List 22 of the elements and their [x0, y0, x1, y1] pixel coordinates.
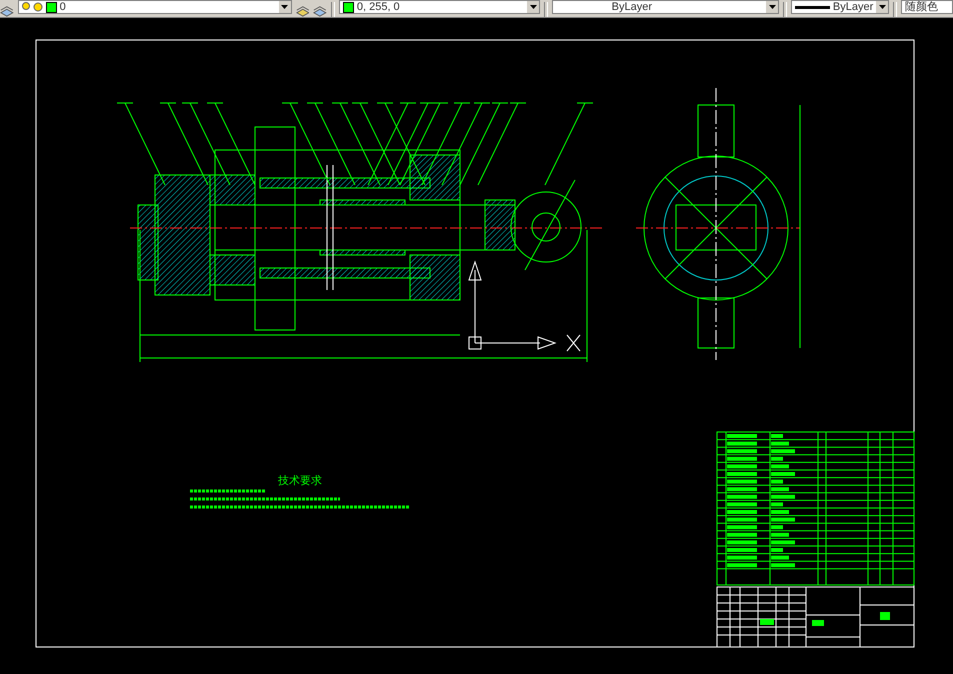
layers-icon[interactable] [0, 5, 14, 17]
caret-icon [281, 5, 288, 9]
plot-style-value: 随颜色 [904, 2, 938, 12]
linetype-value: ByLayer [612, 2, 652, 12]
color-value: 0, 255, 0 [356, 2, 400, 12]
color-swatch [46, 2, 57, 12]
caret-icon [530, 5, 537, 9]
color-dropdown[interactable]: 0, 255, 0 [338, 0, 540, 14]
layer-tool-icon[interactable] [296, 5, 310, 17]
plot-style-dropdown[interactable]: 随颜色 [900, 0, 953, 14]
linetype-dropdown[interactable]: ByLayer [552, 0, 780, 14]
ucs-axis-icon [468, 260, 580, 352]
notes-heading: 技术要求 [278, 475, 322, 487]
lineweight-value: ByLayer [832, 2, 874, 12]
color-swatch [342, 2, 354, 12]
line-sample-icon [794, 6, 830, 8]
layer-dropdown[interactable]: 0 [18, 0, 292, 14]
caret-icon [878, 5, 886, 9]
layer-name: 0 [60, 2, 66, 12]
caret-icon [768, 5, 776, 9]
layers-icon[interactable] [313, 5, 328, 17]
lineweight-dropdown[interactable]: ByLayer [790, 0, 890, 14]
